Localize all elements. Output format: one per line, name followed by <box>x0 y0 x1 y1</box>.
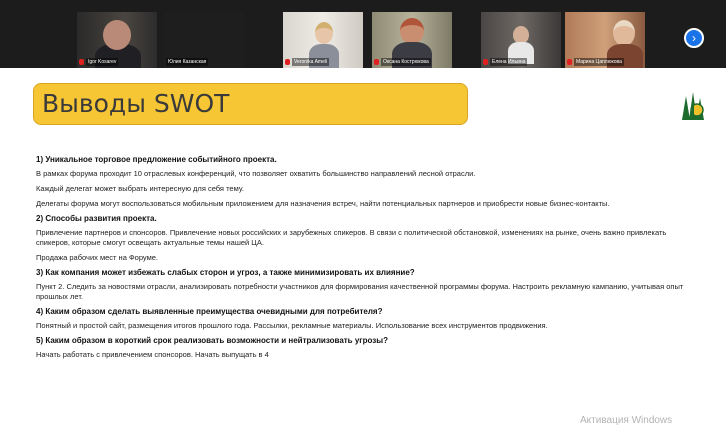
section-text: Привлечение партнеров и спонсоров. Привл… <box>36 228 667 247</box>
section-heading: 2) Способы развития проекта. <box>36 214 157 223</box>
participant-tile[interactable]: Igor Kosarev <box>77 12 157 68</box>
forest-logo-icon <box>682 92 704 120</box>
participant-tile[interactable]: Елена Ильина <box>481 12 561 68</box>
participant-strip: Igor Kosarev Юлия Казанская Veronika Ame… <box>0 0 726 68</box>
participant-name: Марина Цаплюкова <box>574 57 624 66</box>
participant-tile[interactable]: Юлия Казанская <box>164 12 244 68</box>
slide-content: 1) Уникальное торговое предложение событ… <box>36 155 696 365</box>
section-heading: 5) Каким образом в короткий срок реализо… <box>36 336 388 345</box>
section-text: Понятный и простой сайт, размещения итог… <box>36 321 548 330</box>
section-text: Каждый делегат может выбрать интересную … <box>36 184 244 193</box>
participant-name: Igor Kosarev <box>86 57 119 66</box>
section-heading: 1) Уникальное торговое предложение событ… <box>36 155 277 164</box>
mic-muted-icon <box>285 58 290 65</box>
participant-tile[interactable]: Марина Цаплюкова <box>565 12 645 68</box>
participant-name: Оксана Кострюкова <box>381 57 431 66</box>
participant-tile[interactable]: Veronika Ameli <box>283 12 363 68</box>
mic-muted-icon <box>567 58 572 65</box>
shared-slide: Выводы SWOT 1) Уникальное торговое предл… <box>0 68 726 427</box>
section-text: Делегаты форума могут воспользоваться мо… <box>36 199 610 208</box>
mic-muted-icon <box>374 58 379 65</box>
avatar <box>103 20 131 50</box>
windows-activation-watermark: Активация Windows <box>580 415 673 426</box>
slide-title-box: Выводы SWOT <box>33 83 468 125</box>
mic-muted-icon <box>79 58 84 65</box>
avatar <box>400 18 424 44</box>
participant-name: Елена Ильина <box>490 57 528 66</box>
slide-title: Выводы SWOT <box>42 89 230 118</box>
section-text: Начать работать с привлечением спонсоров… <box>36 350 269 359</box>
section-heading: 4) Каким образом сделать выявленные преи… <box>36 307 383 316</box>
next-participants-button[interactable]: › <box>684 28 704 48</box>
section-text: Пункт 2. Следить за новостями отрасли, а… <box>36 282 684 301</box>
participant-name: Veronika Ameli <box>292 57 330 66</box>
avatar <box>613 20 635 46</box>
mic-muted-icon <box>483 58 488 65</box>
section-text: Продажа рабочих мест на Форуме. <box>36 253 158 262</box>
avatar <box>315 22 333 44</box>
section-heading: 3) Как компания может избежать слабых ст… <box>36 268 415 277</box>
section-text: В рамках форума проходит 10 отраслевых к… <box>36 169 476 178</box>
participant-tile[interactable]: Оксана Кострюкова <box>372 12 452 68</box>
participant-name: Юлия Казанская <box>166 57 209 66</box>
